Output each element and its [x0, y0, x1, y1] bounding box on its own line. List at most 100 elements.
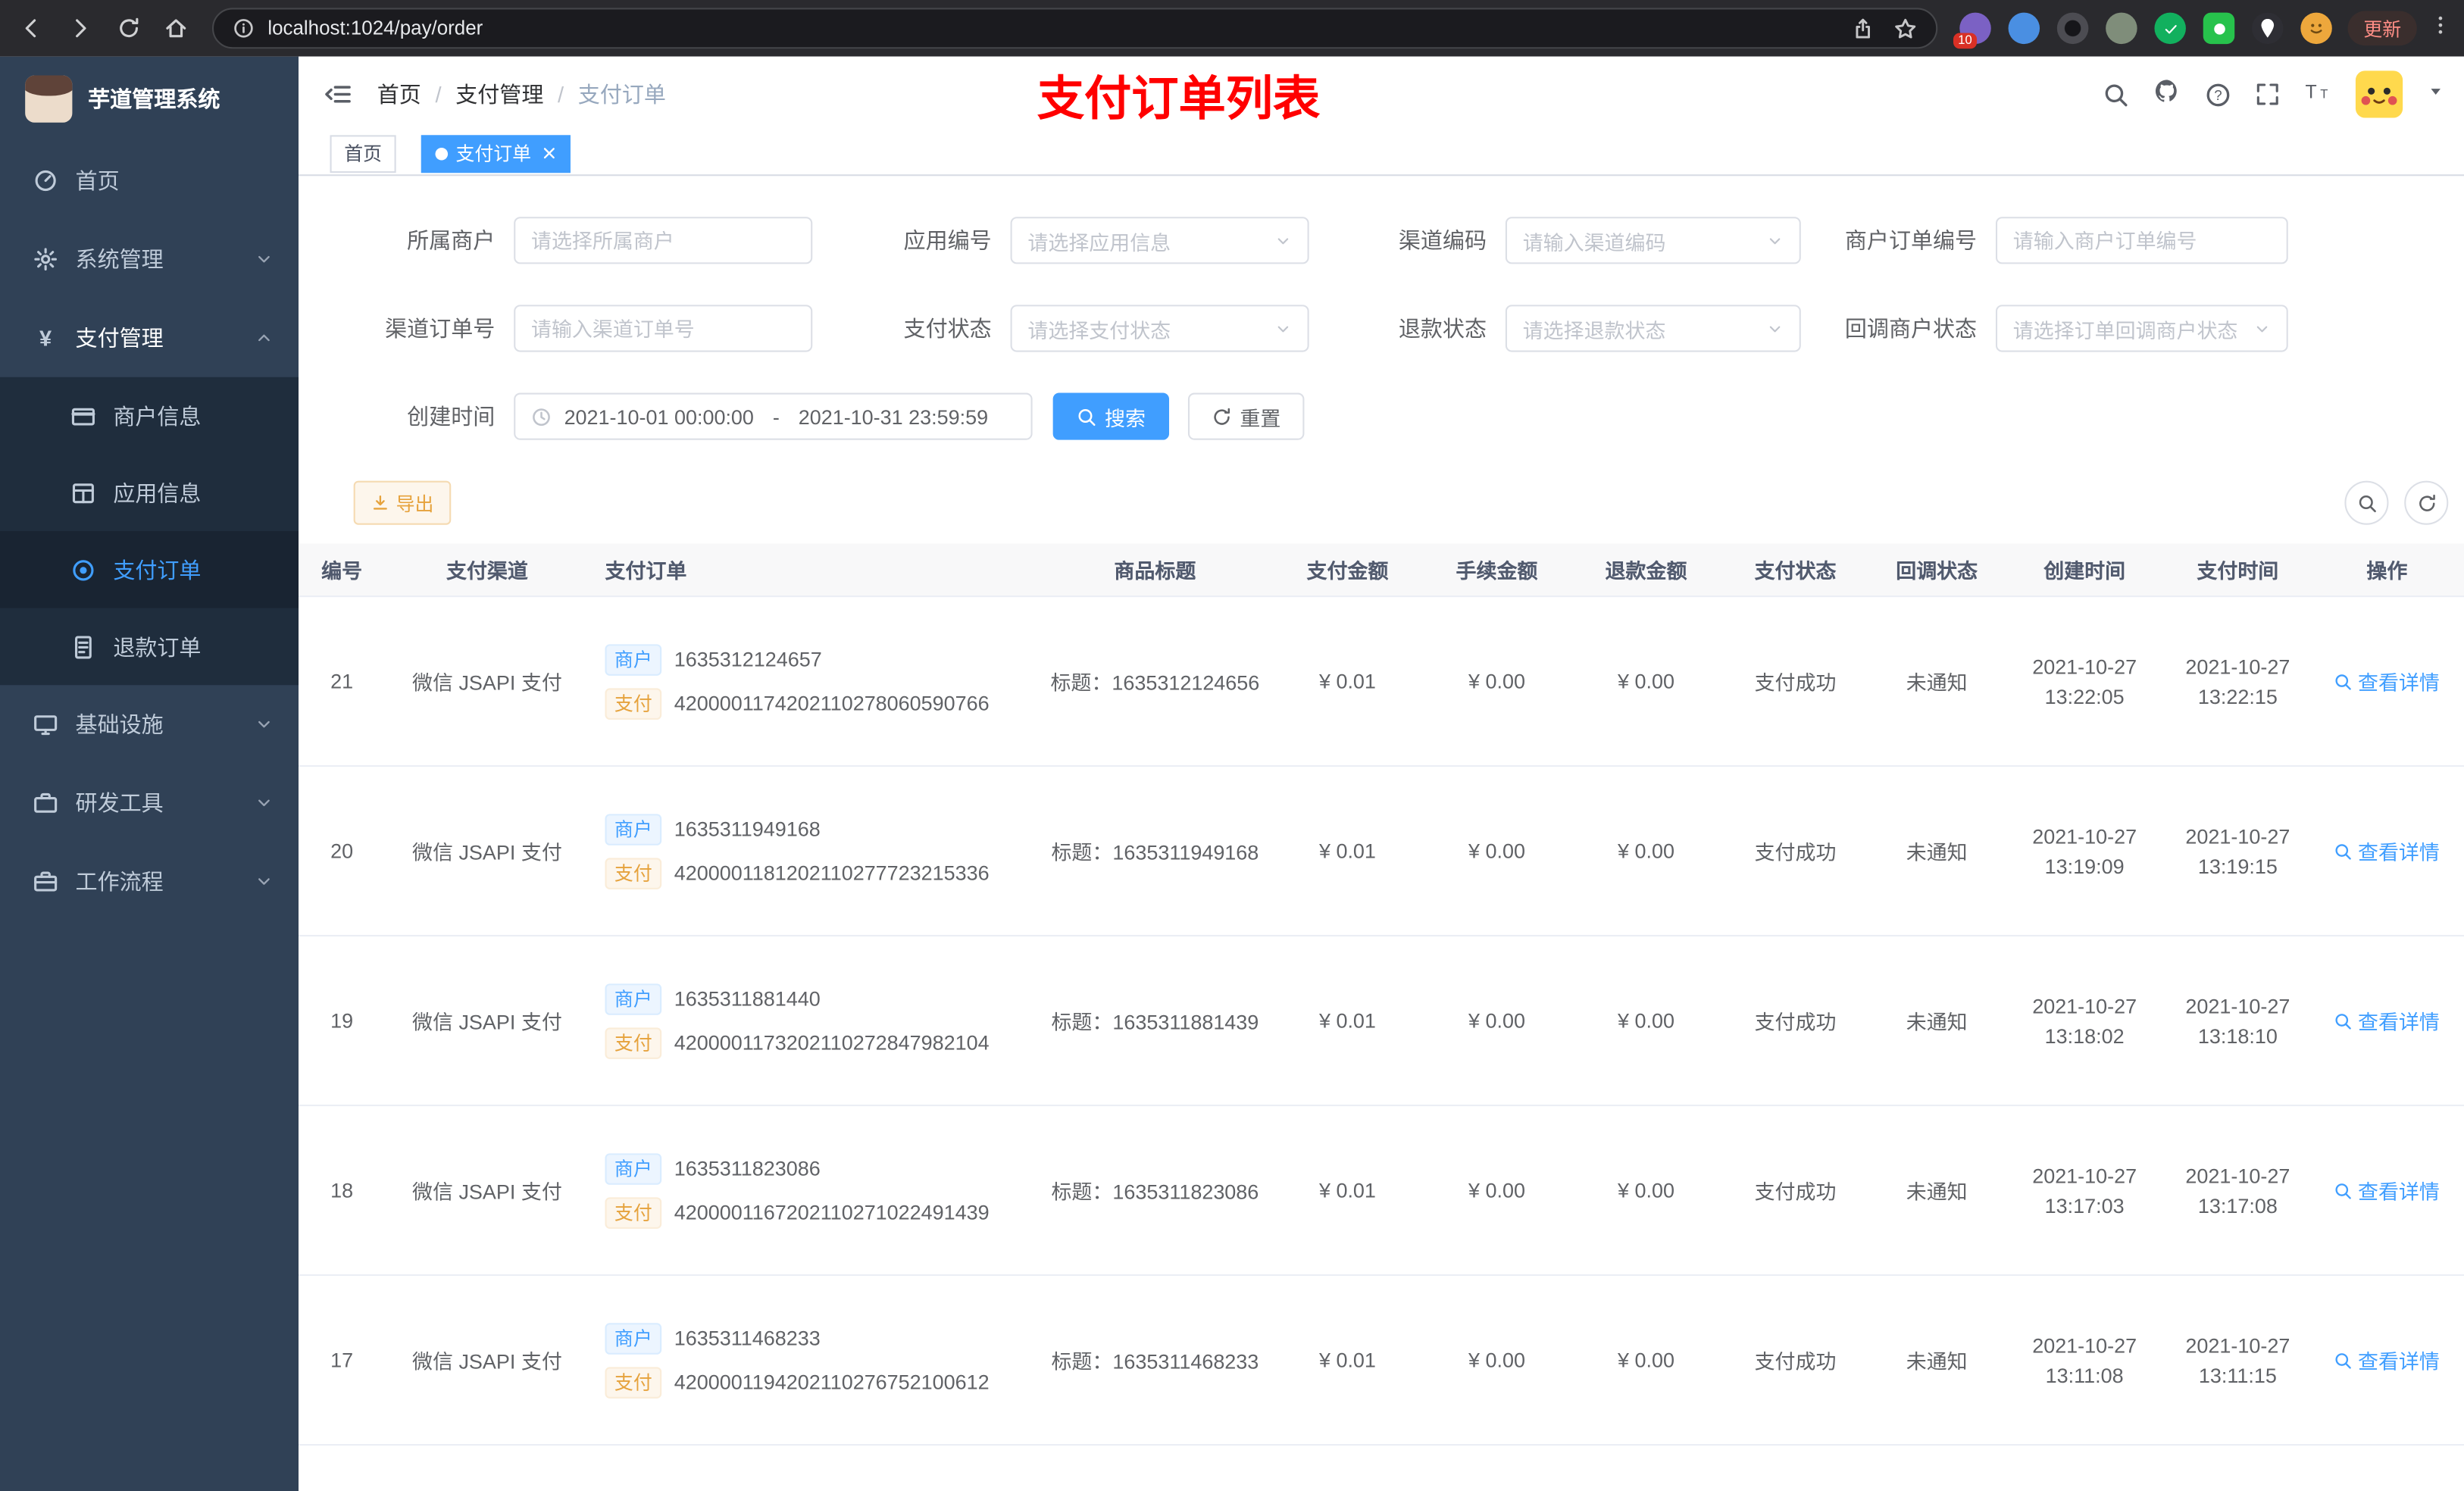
- sidebar-item-payment[interactable]: ¥ 支付管理: [0, 299, 299, 377]
- toggle-search-button[interactable]: [2344, 480, 2389, 525]
- sidebar-item-workflow[interactable]: 工作流程: [0, 842, 299, 921]
- browser-chrome: localhost:1024/pay/order 10 更新: [0, 0, 2464, 57]
- navbar: 首页 / 支付管理 / 支付订单 支付订单列表 ? TT: [299, 56, 2464, 133]
- url-bar[interactable]: localhost:1024/pay/order: [212, 8, 1938, 49]
- extension-icon-8[interactable]: [2300, 12, 2332, 45]
- table-row: 18 微信 JSAPI 支付 商户 1635311823086 支付 4200001…: [299, 1106, 2464, 1277]
- reload-button[interactable]: [110, 9, 147, 47]
- back-button[interactable]: [13, 9, 50, 47]
- search-icon[interactable]: [2103, 81, 2129, 108]
- close-icon[interactable]: [543, 146, 557, 161]
- app-no-select[interactable]: 请选择应用信息: [1010, 217, 1309, 264]
- sidebar-item-label: 应用信息: [113, 480, 202, 505]
- refund-status-select[interactable]: 请选择退款状态: [1505, 305, 1801, 352]
- breadcrumb-payment[interactable]: 支付管理: [455, 79, 543, 110]
- merchant-tag: 商户: [605, 983, 662, 1014]
- browser-menu-icon[interactable]: [2429, 14, 2451, 43]
- sidebar-item-pay-order[interactable]: 支付订单: [0, 531, 299, 608]
- sidebar-item-label: 退款订单: [113, 633, 202, 660]
- user-avatar[interactable]: [2355, 70, 2403, 118]
- channel-code-select[interactable]: 请输入渠道编码: [1505, 217, 1801, 264]
- extension-icon-1[interactable]: 10: [1953, 12, 1991, 49]
- font-size-icon[interactable]: TT: [2303, 78, 2331, 111]
- sidebar-item-merchant-info[interactable]: 商户信息: [0, 377, 299, 455]
- view-detail-link[interactable]: 查看详情: [2334, 1005, 2440, 1035]
- extension-icon-6[interactable]: [2203, 12, 2235, 45]
- share-icon[interactable]: [1851, 17, 1875, 40]
- tag-home[interactable]: 首页: [330, 134, 396, 173]
- sidebar: 芋道管理系统 首页 系统管理 ¥ 支付管理 商户信息 应用信息 支付订单 退款订…: [0, 56, 299, 1491]
- extension-icon-3[interactable]: [2056, 12, 2089, 45]
- browser-update-button[interactable]: 更新: [2347, 11, 2417, 46]
- svg-text:T: T: [2320, 86, 2328, 101]
- chevron-down-icon: [1766, 232, 1784, 249]
- extension-icon-2[interactable]: [2008, 12, 2040, 45]
- view-detail-link[interactable]: 查看详情: [2334, 836, 2440, 865]
- pay-status-select[interactable]: 请选择支付状态: [1010, 305, 1309, 352]
- sidebar-item-dev-tools[interactable]: 研发工具: [0, 764, 299, 842]
- fullscreen-icon[interactable]: [2255, 82, 2280, 107]
- view-detail-link[interactable]: 查看详情: [2334, 666, 2440, 695]
- reset-button[interactable]: 重置: [1187, 392, 1305, 440]
- pay-tag: 支付: [605, 1027, 662, 1058]
- date-end: 2021-10-31 23:59:59: [798, 405, 989, 429]
- tags-bar: 首页 支付订单: [299, 132, 2464, 177]
- pay-status-label: 支付状态: [903, 315, 992, 342]
- extension-icon-4[interactable]: [2106, 12, 2137, 45]
- sidebar-item-infrastructure[interactable]: 基础设施: [0, 685, 299, 764]
- table-row: 20 微信 JSAPI 支付 商户 1635311949168 支付 4200001…: [299, 767, 2464, 937]
- app: 芋道管理系统 首页 系统管理 ¥ 支付管理 商户信息 应用信息 支付订单 退款订…: [0, 56, 2464, 1491]
- sidebar-item-refund-order[interactable]: 退款订单: [0, 608, 299, 686]
- briefcase-icon: [31, 869, 59, 894]
- extension-icon-5[interactable]: [2154, 12, 2186, 45]
- sidebar-item-system[interactable]: 系统管理: [0, 220, 299, 299]
- create-time-label: 创建时间: [407, 404, 496, 430]
- merchant-order-no-input[interactable]: [1995, 217, 2288, 264]
- create-time-range-picker[interactable]: 2021-10-01 00:00:00 - 2021-10-31 23:59:5…: [514, 392, 1033, 440]
- refund-status-label: 退款状态: [1398, 315, 1487, 342]
- sidebar-item-label: 支付订单: [113, 557, 202, 583]
- sidebar-item-label: 首页: [75, 167, 120, 194]
- user-menu-caret-icon[interactable]: [2426, 80, 2445, 108]
- home-button[interactable]: [158, 9, 195, 47]
- sidebar-item-label: 商户信息: [113, 402, 202, 429]
- page-annotation: 支付订单列表: [1037, 73, 1321, 126]
- table-row: 21 微信 JSAPI 支付 商户 1635312124657 支付 4200001…: [299, 597, 2464, 767]
- sidebar-item-label: 研发工具: [75, 790, 164, 816]
- github-icon[interactable]: [2153, 77, 2181, 113]
- yen-icon: ¥: [39, 325, 52, 351]
- merchant-input[interactable]: [514, 217, 813, 264]
- view-detail-link[interactable]: 查看详情: [2334, 1175, 2440, 1205]
- bookmark-star-icon[interactable]: [1893, 17, 1917, 40]
- app-no-label: 应用编号: [903, 227, 992, 253]
- table-row: 19 微信 JSAPI 支付 商户 1635311881440 支付 4200001…: [299, 936, 2464, 1107]
- channel-code-label: 渠道编码: [1398, 227, 1487, 253]
- clock-icon: [531, 406, 552, 427]
- extension-badge: 10: [1953, 33, 1977, 49]
- sidebar-item-app-info[interactable]: 应用信息: [0, 454, 299, 531]
- export-button[interactable]: 导出: [353, 480, 452, 525]
- main-area: 首页 / 支付管理 / 支付订单 支付订单列表 ? TT 首页 支付订单 所属商…: [299, 56, 2464, 1491]
- site-info-icon[interactable]: [233, 17, 255, 39]
- refresh-button[interactable]: [2404, 480, 2449, 525]
- view-detail-link[interactable]: 查看详情: [2334, 1345, 2440, 1374]
- search-button[interactable]: 搜索: [1052, 392, 1170, 440]
- pay-tag: 支付: [605, 857, 662, 889]
- callback-status-label: 回调商户状态: [1844, 315, 1978, 342]
- active-dot: [435, 146, 449, 160]
- sidebar-item-label: 工作流程: [75, 868, 164, 895]
- table-row: 商户1635311151736 支付: [299, 1446, 2464, 1491]
- channel-order-no-input[interactable]: [514, 305, 813, 352]
- forward-button[interactable]: [61, 9, 98, 47]
- breadcrumb-home[interactable]: 首页: [377, 79, 421, 110]
- callback-status-select[interactable]: 请选择订单回调商户状态: [1995, 305, 2288, 352]
- chevron-down-icon: [1274, 232, 1292, 249]
- extension-icon-7[interactable]: [2252, 12, 2284, 45]
- sidebar-toggle-icon[interactable]: [324, 80, 352, 108]
- tag-pay-order[interactable]: 支付订单: [421, 134, 571, 173]
- help-icon[interactable]: ?: [2205, 81, 2231, 108]
- table-header: 编号 支付渠道 支付订单 商品标题 支付金额 手续金额 退款金额 支付状态 回调…: [299, 543, 2464, 598]
- chevron-down-icon: [1766, 320, 1784, 337]
- sidebar-item-home[interactable]: 首页: [0, 142, 299, 220]
- merchant-order-no-label: 商户订单编号: [1844, 227, 1978, 253]
